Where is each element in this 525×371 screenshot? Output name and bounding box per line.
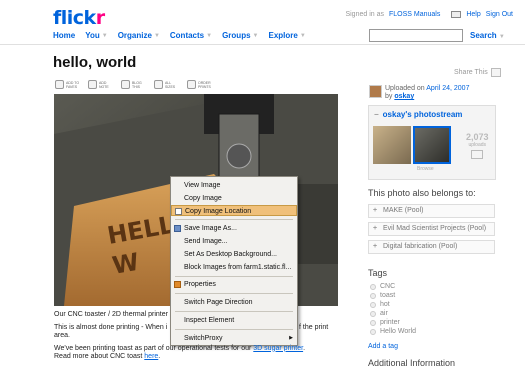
menu-view-image[interactable]: View Image: [171, 180, 297, 191]
header: flickr Signed in as FLOSS Manuals Help S…: [0, 0, 525, 44]
menu-copy-image[interactable]: Copy Image: [171, 193, 297, 204]
account-bar: Signed in as FLOSS Manuals Help Sign Out: [345, 11, 513, 18]
nav-home[interactable]: Home: [53, 31, 75, 40]
nav-explore[interactable]: Explore ▼: [268, 31, 305, 40]
upload-count: 2,073 uploads: [466, 132, 489, 159]
properties-icon: [174, 281, 181, 288]
order-prints-button[interactable]: Order prints: [187, 80, 214, 89]
upload-info: Uploaded on April 24, 2007 by oskay: [385, 85, 470, 100]
collapse-icon[interactable]: −: [374, 110, 379, 119]
chevron-down-icon: ▼: [101, 32, 108, 39]
tag-item[interactable]: air: [370, 310, 388, 317]
browse-link[interactable]: Browse: [417, 166, 434, 172]
pool-item[interactable]: + MAKE (Pool): [368, 204, 495, 218]
mail-icon[interactable]: [451, 11, 462, 18]
add-to-faves-button[interactable]: Add to faves: [55, 80, 82, 89]
menu-block-images[interactable]: Block Images from farm1.static.fl...: [171, 262, 297, 273]
expand-icon: +: [373, 207, 378, 214]
thumbnail-current[interactable]: [413, 126, 451, 164]
photostream-title[interactable]: − oskay's photostream: [374, 110, 462, 119]
sign-out-link[interactable]: Sign Out: [486, 11, 513, 18]
tag-item[interactable]: printer: [370, 319, 400, 326]
menu-switch-page-direction[interactable]: Switch Page Direction: [171, 297, 297, 308]
add-note-button[interactable]: Add note: [88, 80, 115, 89]
menu-set-desktop-background[interactable]: Set As Desktop Background...: [171, 249, 297, 260]
header-divider: [0, 44, 525, 45]
chevron-down-icon: ▼: [299, 32, 306, 39]
tag-icon: [370, 292, 376, 299]
share-icon: [490, 68, 501, 77]
tag-icon: [370, 283, 376, 290]
magnifier-icon: [154, 80, 163, 89]
tag-item[interactable]: Hello World: [370, 328, 416, 335]
menu-properties[interactable]: Properties: [171, 279, 297, 290]
additional-info-heading: Additional Information: [368, 358, 456, 368]
flickr-logo[interactable]: flickr: [53, 8, 105, 28]
search-button[interactable]: Search ▼: [470, 31, 505, 40]
tags-heading: Tags: [368, 268, 388, 278]
share-this-button[interactable]: Share This: [454, 68, 501, 77]
tag-icon: [370, 319, 376, 326]
chevron-down-icon: ▼: [498, 34, 505, 40]
save-icon: [174, 225, 181, 232]
chevron-down-icon: ▼: [153, 32, 160, 39]
uploader-link[interactable]: oskay: [394, 93, 414, 100]
menu-save-image-as[interactable]: Save Image As...: [171, 223, 297, 234]
description-line: We've been printing toast as part of our…: [54, 344, 306, 361]
belongs-heading: This photo also belongs to:: [368, 188, 476, 198]
description-line: Our CNC toaster / 2D thermal printer: [54, 311, 168, 318]
tag-icon: [370, 301, 376, 308]
here-link[interactable]: here: [144, 353, 158, 360]
tag-icon: [370, 328, 376, 335]
photo-title: hello, world: [53, 54, 137, 71]
blog-icon: [121, 80, 130, 89]
photostream-box: − oskay's photostream 2,073 uploads Brow…: [368, 105, 496, 180]
nav-contacts[interactable]: Contacts ▼: [170, 31, 212, 40]
nav-groups[interactable]: Groups ▼: [222, 31, 258, 40]
printer-icon: [187, 80, 196, 89]
menu-separator: [175, 293, 293, 294]
nav-organize[interactable]: Organize ▼: [118, 31, 160, 40]
uploader-avatar[interactable]: [369, 85, 382, 98]
nav-you[interactable]: You ▼: [85, 31, 107, 40]
blog-this-button[interactable]: Blog this: [121, 80, 148, 89]
menu-send-image[interactable]: Send Image...: [171, 236, 297, 247]
main-nav: Home You ▼ Organize ▼ Contacts ▼ Groups ▼ Ex…: [53, 31, 312, 40]
tag-item[interactable]: hot: [370, 301, 390, 308]
note-icon: [88, 80, 97, 89]
expand-icon: +: [373, 243, 378, 250]
sugar-printer-link[interactable]: 3D sugar printer: [253, 345, 303, 352]
photostream-icon: [471, 150, 484, 159]
menu-separator: [175, 219, 293, 220]
chevron-down-icon: ▼: [206, 32, 213, 39]
thumbnail[interactable]: [373, 126, 411, 164]
all-sizes-button[interactable]: All sizes: [154, 80, 181, 89]
expand-icon: +: [373, 225, 378, 232]
signed-in-label: Signed in as: [345, 11, 384, 18]
description-line: This is almost done printing - When i f …: [54, 323, 329, 340]
tag-icon: [370, 310, 376, 317]
search-input[interactable]: [369, 29, 463, 42]
help-link[interactable]: Help: [466, 11, 480, 18]
tag-item[interactable]: toast: [370, 292, 395, 299]
pool-item[interactable]: + Digital fabrication (Pool): [368, 240, 495, 254]
photo-description: Our CNC toaster / 2D thermal printer Thi…: [54, 311, 354, 366]
photostream-thumbnails: [373, 126, 451, 164]
chevron-down-icon: ▼: [252, 32, 259, 39]
username-link[interactable]: FLOSS Manuals: [389, 11, 440, 18]
tag-item[interactable]: CNC: [370, 283, 395, 290]
pool-item[interactable]: + Evil Mad Scientist Projects (Pool): [368, 222, 495, 236]
upload-date-link[interactable]: April 24, 2007: [426, 85, 469, 92]
menu-separator: [175, 276, 293, 277]
add-tag-link[interactable]: Add a tag: [368, 343, 398, 350]
menu-copy-image-location[interactable]: Copy Image Location: [171, 205, 297, 216]
star-icon: [55, 80, 64, 89]
copy-icon: [175, 208, 182, 215]
photo-actions: Add to faves Add note Blog this All size…: [55, 80, 214, 89]
svg-text:W: W: [110, 248, 141, 280]
